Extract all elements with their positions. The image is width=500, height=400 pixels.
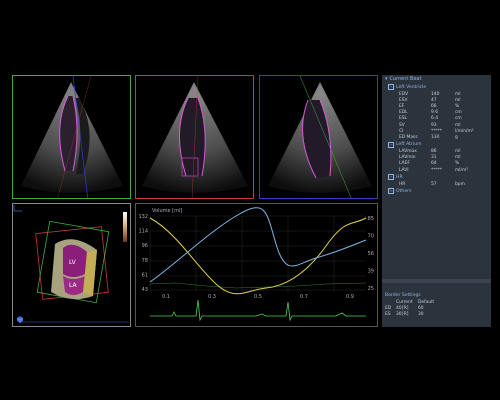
measurement-unit: ml	[455, 155, 461, 161]
measurement-label: LAVmin	[399, 155, 416, 161]
measurement-label: ED Mass	[399, 134, 418, 140]
volume-curve-graph[interactable]: Volume [ml] 132 114 96 78 61 43 85 70 56 39 25 0.…	[135, 203, 378, 327]
lv-volume-curve	[149, 207, 367, 283]
measurement-row[interactable]: ESV 47 ml	[382, 97, 491, 103]
measurement-label: ESV	[399, 97, 408, 103]
panel-scrollbar[interactable]	[382, 279, 491, 283]
measurement-value: *****	[431, 128, 442, 134]
measurement-label: EF	[399, 103, 405, 109]
measurement-label: SV	[399, 122, 405, 128]
collapse-icon[interactable]: −	[388, 174, 394, 181]
measurement-value: 93	[431, 122, 437, 128]
measurement-unit: %	[455, 103, 460, 109]
measurement-value: *****	[431, 167, 442, 173]
y2-tick-label: 70	[368, 234, 374, 240]
y2-tick-label: 25	[368, 286, 374, 292]
y-tick-label: 132	[138, 214, 148, 220]
measurement-row[interactable]: EDV 140 ml	[382, 91, 491, 97]
section-left-ventricle[interactable]: − Left Ventricle	[382, 83, 491, 91]
y-tick-label: 43	[142, 287, 148, 293]
y2-tick-label: 85	[368, 216, 374, 222]
orientation-cube-icon[interactable]	[15, 314, 25, 324]
chevron-down-icon[interactable]: ▾	[385, 76, 388, 82]
color-scale-bar	[123, 212, 127, 242]
3d-render-view[interactable]: LV LA	[12, 203, 131, 327]
measurement-value: 9.6	[431, 110, 438, 116]
x-tick-label: 0.1	[162, 294, 170, 300]
measurement-label: EDL	[399, 110, 408, 116]
measurement-label: LAVmax	[399, 149, 417, 155]
measurement-unit: ml	[455, 149, 461, 155]
measurement-unit: bpm	[455, 181, 465, 187]
ecg-trace	[150, 299, 366, 322]
lv-label: LV	[69, 259, 77, 266]
measurement-unit: ml	[455, 122, 461, 128]
la-label: LA	[69, 282, 77, 289]
measurement-label: EDV	[399, 91, 409, 97]
measurement-row[interactable]: EF 66%	[382, 103, 491, 109]
border-settings-title: Border Settings	[385, 293, 421, 298]
measurement-row[interactable]: ED Mass 130 g	[382, 134, 491, 140]
measurement-unit: cm	[455, 110, 462, 116]
measurement-row[interactable]: LAVmax 86 ml	[382, 149, 491, 155]
measurement-row[interactable]: SV 93 ml	[382, 122, 491, 128]
measurement-label: CI	[399, 128, 404, 134]
measurement-label: LAVI	[399, 167, 409, 173]
x-tick-label: 0.7	[300, 294, 308, 300]
y-tick-label: 61	[142, 272, 148, 278]
measurement-value: 64	[431, 161, 437, 167]
measurement-row[interactable]: ESL 6.4 cm	[382, 116, 491, 122]
measurement-row[interactable]: EDL 9.6 cm	[382, 110, 491, 116]
measurement-row[interactable]: LAEF 64%	[382, 161, 491, 167]
x-tick-label: 0.5	[254, 294, 262, 300]
measurement-label: ESL	[399, 116, 408, 122]
y2-tick-label: 39	[368, 269, 374, 275]
apical-3ch-view[interactable]	[259, 75, 378, 199]
measurement-label: HR	[399, 181, 406, 187]
measurement-unit: %	[455, 161, 460, 167]
measurement-label: LAEF	[399, 161, 410, 167]
measurement-row[interactable]: LAVI ***** ml/m²	[382, 167, 491, 173]
measurement-value: 66	[431, 103, 437, 109]
measurement-unit: cm	[455, 116, 462, 122]
measurement-value: 140	[431, 91, 440, 97]
x-tick-label: 0.9	[346, 294, 354, 300]
axis-icon	[13, 205, 22, 212]
apical-4ch-view[interactable]	[12, 75, 131, 199]
measurement-value: 6.4	[431, 116, 438, 122]
measurement-unit: g	[455, 134, 458, 140]
y2-tick-label: 56	[368, 251, 374, 257]
section-left-atrium[interactable]: − Left Atrium	[382, 141, 491, 149]
measurement-panel: ▾ Current Beat − Left Ventricle EDV 140 ml…	[382, 75, 491, 327]
measurement-row[interactable]: CI ***** l/min/m²	[382, 128, 491, 134]
measurement-value: 47	[431, 97, 437, 103]
measurement-value: 130	[431, 134, 440, 140]
collapse-icon[interactable]: −	[388, 141, 394, 148]
y-tick-label: 78	[142, 258, 148, 264]
y-tick-label: 114	[138, 229, 148, 235]
measurement-unit: ml/m²	[455, 167, 469, 173]
y-tick-label: 96	[142, 243, 148, 249]
border-settings-panel: Border Settings Current Default ED 40 [R…	[382, 292, 491, 327]
border-settings-row-es[interactable]: ES 30 [R] 30	[382, 311, 491, 317]
measurement-unit: ml	[455, 97, 461, 103]
section-hr[interactable]: − HR	[382, 173, 491, 181]
measurement-value: 86	[431, 149, 437, 155]
expand-icon[interactable]: +	[388, 188, 394, 195]
graph-title: Volume [ml]	[152, 208, 182, 214]
x-tick-label: 0.3	[208, 294, 216, 300]
measurement-value: 57	[431, 181, 437, 187]
collapse-icon[interactable]: −	[388, 84, 394, 90]
la-volume-curve	[149, 217, 367, 295]
section-others[interactable]: + Others	[382, 187, 491, 195]
measurement-unit: ml	[455, 91, 461, 97]
measurement-unit: l/min/m²	[455, 128, 474, 134]
current-beat-header[interactable]: ▾ Current Beat	[382, 75, 491, 83]
measurement-row[interactable]: HR 57 bpm	[382, 181, 491, 187]
measurement-row[interactable]: LAVmin 31 ml	[382, 155, 491, 161]
apical-2ch-view[interactable]	[135, 75, 254, 199]
measurement-value: 31	[431, 155, 437, 161]
